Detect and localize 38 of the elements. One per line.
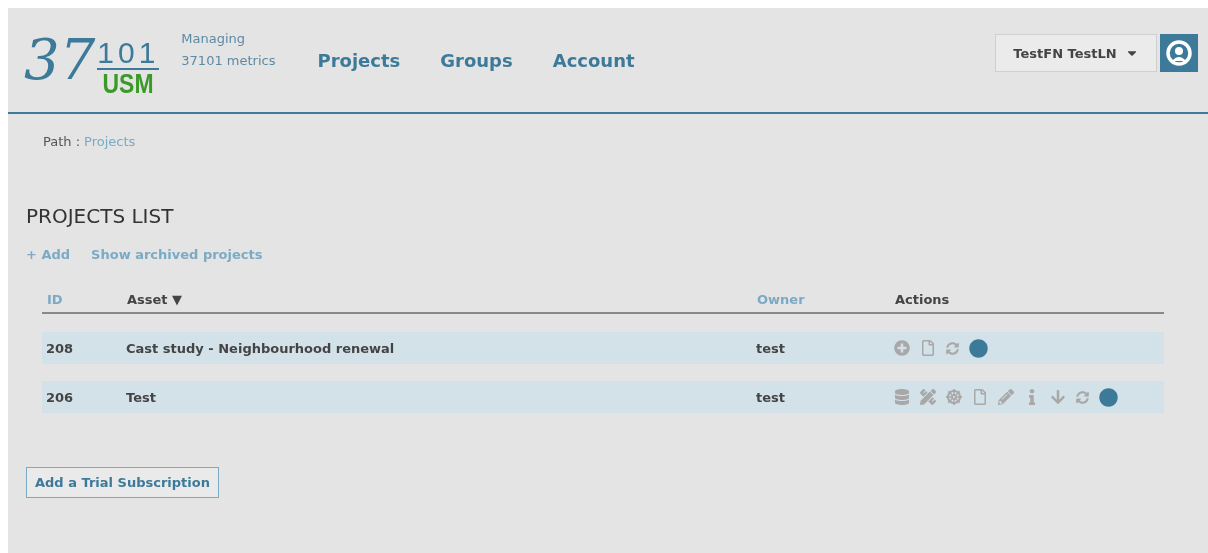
action-link[interactable]: Show archived projects xyxy=(91,247,263,262)
tagline-text: Managing xyxy=(181,30,247,48)
file-icon[interactable] xyxy=(920,340,936,356)
path-label: Path : xyxy=(43,134,81,149)
table-cell-text: test xyxy=(756,340,786,356)
database-icon[interactable] xyxy=(894,389,910,405)
wheel-icon[interactable] xyxy=(946,389,962,405)
logo-acronym: USM xyxy=(102,70,154,100)
column-header[interactable]: ID xyxy=(47,292,127,307)
tagline-text: 37101 metrics xyxy=(181,52,276,70)
file-icon[interactable] xyxy=(972,389,988,405)
table-cell-text: 206 xyxy=(46,389,75,405)
nav-link[interactable]: Projects xyxy=(317,49,401,71)
status-dot[interactable] xyxy=(969,338,988,358)
status-dot[interactable] xyxy=(1099,387,1118,407)
action-link[interactable]: + Add xyxy=(26,247,71,262)
column-header: Asset ▼ xyxy=(127,292,184,307)
sync-icon[interactable] xyxy=(946,341,959,355)
user-menu[interactable]: TestFN TestLN xyxy=(995,34,1157,72)
add-icon[interactable] xyxy=(894,340,910,356)
table-cell-text: test xyxy=(756,389,786,405)
breadcrumb-link[interactable]: Projects xyxy=(84,134,136,149)
nav-link[interactable]: Account xyxy=(552,49,635,71)
logo-number: 101 xyxy=(97,38,160,71)
table-cell-text: Test xyxy=(126,389,157,405)
avatar-icon[interactable] xyxy=(1160,34,1198,72)
table-cell-text: 208 xyxy=(46,340,75,356)
column-header[interactable]: Owner xyxy=(757,292,895,307)
pencil-ruler-icon[interactable] xyxy=(920,389,936,405)
logo-numeral: 37 xyxy=(24,32,96,88)
trial-button[interactable]: Add a Trial Subscription xyxy=(26,467,219,498)
pencil-icon[interactable] xyxy=(998,389,1014,405)
page-title: PROJECTS LIST xyxy=(26,204,175,228)
nav-link[interactable]: Groups xyxy=(440,49,513,71)
table-cell-text: Cast study - Neighbourhood renewal xyxy=(126,340,396,356)
sync-icon[interactable] xyxy=(1076,390,1089,404)
column-header: Actions xyxy=(895,292,951,307)
download-icon[interactable] xyxy=(1050,389,1066,405)
